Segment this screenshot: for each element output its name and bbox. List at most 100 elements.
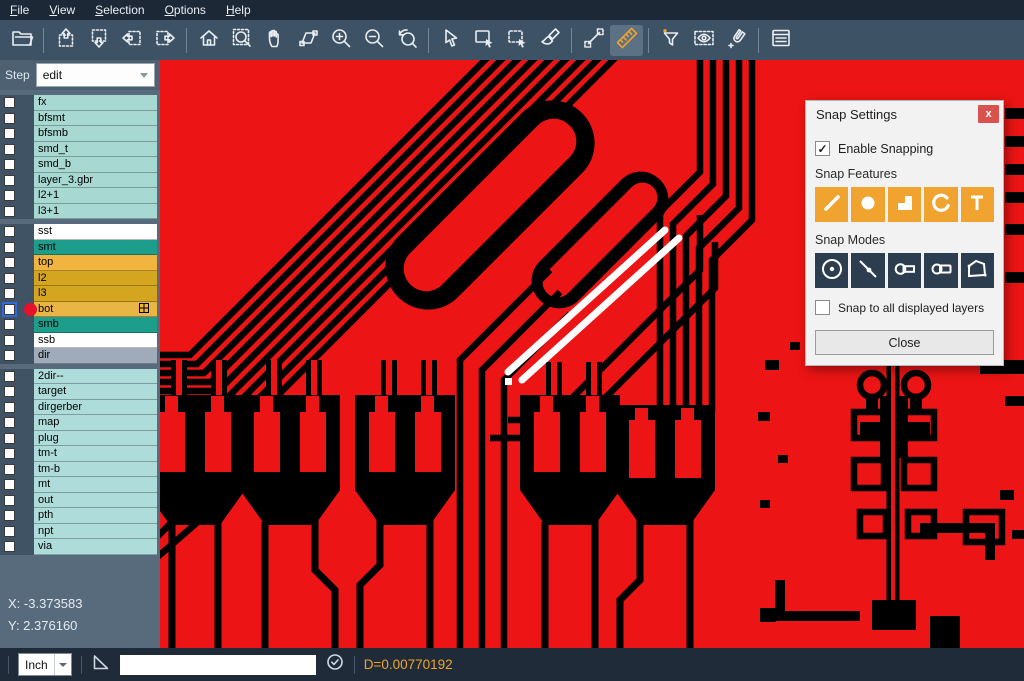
zoom-area-button[interactable] (225, 25, 258, 56)
layer-checkbox[interactable] (4, 206, 15, 217)
layer-checkbox[interactable] (4, 464, 15, 475)
measure-ruler-button[interactable] (610, 25, 643, 56)
layer-cell[interactable]: bfsmt (34, 111, 157, 127)
snap-all-layers-checkbox[interactable] (815, 300, 830, 315)
layer-cell[interactable]: ssb (34, 333, 157, 349)
layer-cell[interactable]: top (34, 255, 157, 271)
layer-cell[interactable]: map (34, 415, 157, 431)
layer-cell[interactable]: 2dir-- (34, 369, 157, 385)
angle-measure-icon[interactable] (91, 652, 111, 677)
snap-feature-arc-button[interactable] (924, 187, 957, 222)
menu-options[interactable]: Options (155, 1, 216, 19)
step-select[interactable]: edit (36, 63, 155, 87)
layer-checkbox[interactable] (4, 417, 15, 428)
view-options-button[interactable] (687, 25, 720, 56)
open-button[interactable] (5, 25, 38, 56)
layer-cell[interactable]: tm-t (34, 446, 157, 462)
menu-view[interactable]: View (39, 1, 85, 19)
select-group-button[interactable] (500, 25, 533, 56)
pan-button[interactable] (258, 25, 291, 56)
select-cursor-button[interactable] (434, 25, 467, 56)
enable-snapping-checkbox[interactable]: ✓ (815, 141, 830, 156)
layer-cell[interactable]: l2+1 (34, 188, 157, 204)
grid-icon[interactable] (139, 303, 149, 313)
close-button[interactable]: Close (815, 330, 994, 355)
confirm-circle-icon[interactable] (325, 652, 345, 677)
snap-feature-line-button[interactable] (815, 187, 848, 222)
layer-checkbox[interactable] (4, 226, 15, 237)
layer-cell[interactable]: fx (34, 95, 157, 111)
layer-cell[interactable]: smt (34, 240, 157, 256)
layer-cell[interactable]: bfsmb (34, 126, 157, 142)
layer-checkbox[interactable] (4, 350, 15, 361)
layer-checkbox[interactable] (4, 159, 15, 170)
menu-file[interactable]: File (0, 1, 39, 19)
layer-checkbox[interactable] (4, 273, 15, 284)
layer-cell[interactable]: sst (34, 224, 157, 240)
layer-cell[interactable]: dirgerber (34, 400, 157, 416)
layer-checkbox[interactable] (4, 541, 15, 552)
layer-checkbox[interactable] (4, 335, 15, 346)
layer-cell[interactable]: plug (34, 431, 157, 447)
unit-select[interactable]: Inch (18, 653, 72, 676)
layer-checkbox[interactable] (4, 371, 15, 382)
snap-mode-slot-right-button[interactable] (924, 253, 957, 288)
layer-checkbox[interactable] (4, 304, 15, 315)
layer-cell[interactable]: layer_3.gbr (34, 173, 157, 189)
layer-cell[interactable]: mt (34, 477, 157, 493)
layer-checkbox[interactable] (4, 433, 15, 444)
layer-cell[interactable]: npt (34, 524, 157, 540)
layer-cell[interactable]: out (34, 493, 157, 509)
menu-help[interactable]: Help (216, 1, 261, 19)
layer-cell[interactable]: pth (34, 508, 157, 524)
command-input[interactable] (120, 655, 316, 675)
draw-line-button[interactable] (577, 25, 610, 56)
layer-checkbox[interactable] (4, 128, 15, 139)
snap-button[interactable] (720, 25, 753, 56)
layer-checkbox[interactable] (4, 288, 15, 299)
layer-checkbox[interactable] (4, 257, 15, 268)
layer-cell[interactable]: l2 (34, 271, 157, 287)
layer-checkbox[interactable] (4, 319, 15, 330)
layer-checkbox[interactable] (4, 113, 15, 124)
shift-up-button[interactable] (49, 25, 82, 56)
layer-cell[interactable]: l3+1 (34, 204, 157, 220)
dialog-titlebar[interactable]: Snap Settings x (806, 101, 1003, 127)
layer-checkbox[interactable] (4, 526, 15, 537)
zoom-polygon-button[interactable] (291, 25, 324, 56)
layer-cell[interactable]: via (34, 539, 157, 555)
layer-checkbox[interactable] (4, 175, 15, 186)
snap-feature-corner-button[interactable] (888, 187, 921, 222)
layer-checkbox[interactable] (4, 242, 15, 253)
layer-checkbox[interactable] (4, 190, 15, 201)
dialog-close-button[interactable]: x (978, 105, 999, 123)
layer-checkbox[interactable] (4, 386, 15, 397)
snap-mode-center-button[interactable] (815, 253, 848, 288)
layer-checkbox[interactable] (4, 510, 15, 521)
layer-cell[interactable]: tm-b (34, 462, 157, 478)
layer-checkbox[interactable] (4, 97, 15, 108)
snap-feature-pad-button[interactable] (851, 187, 884, 222)
filter-button[interactable] (654, 25, 687, 56)
previous-view-button[interactable] (390, 25, 423, 56)
layer-cell[interactable]: smb (34, 317, 157, 333)
select-rect-button[interactable] (467, 25, 500, 56)
snap-mode-profile-button[interactable] (961, 253, 994, 288)
shift-left-button[interactable] (115, 25, 148, 56)
layer-cell[interactable]: target (34, 384, 157, 400)
layer-checkbox[interactable] (4, 495, 15, 506)
zoom-in-button[interactable] (324, 25, 357, 56)
trace-handle[interactable] (505, 378, 512, 385)
layer-cell[interactable]: smd_b (34, 157, 157, 173)
layer-cell[interactable]: dir (34, 348, 157, 364)
layer-cell[interactable]: l3 (34, 286, 157, 302)
shift-down-button[interactable] (82, 25, 115, 56)
snap-mode-line-point-button[interactable] (851, 253, 884, 288)
snap-mode-slot-left-button[interactable] (888, 253, 921, 288)
home-view-button[interactable] (192, 25, 225, 56)
snap-feature-text-button[interactable] (961, 187, 994, 222)
layer-checkbox[interactable] (4, 144, 15, 155)
layer-checkbox[interactable] (4, 448, 15, 459)
clear-brush-button[interactable] (533, 25, 566, 56)
zoom-out-button[interactable] (357, 25, 390, 56)
